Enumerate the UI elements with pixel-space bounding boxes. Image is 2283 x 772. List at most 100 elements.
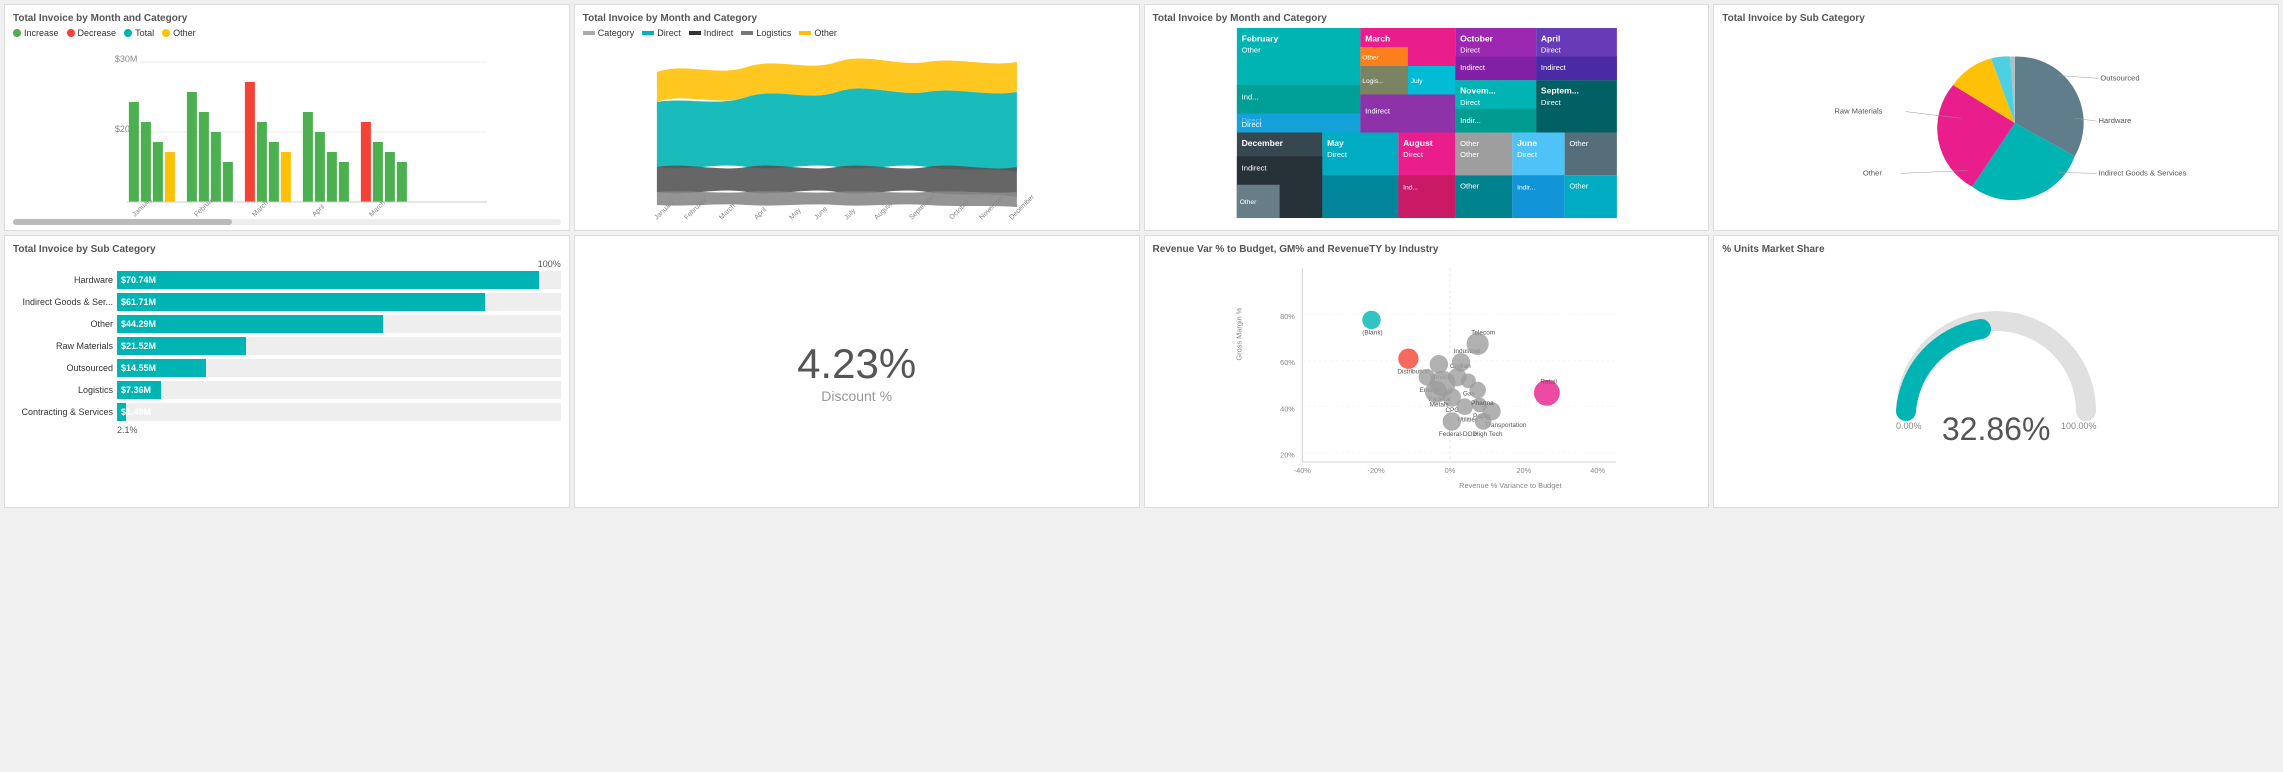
scatter-svg: 20% 40% 60% 80% -40% -20% 0% 20% 40% — [1153, 259, 1701, 499]
svg-text:40%: 40% — [1590, 466, 1605, 475]
svg-text:0.00%: 0.00% — [1896, 421, 1922, 431]
bar-label: Contracting & Services — [13, 407, 113, 417]
logistics-rect — [741, 31, 753, 35]
svg-text:Logis...: Logis... — [1362, 78, 1384, 85]
other-label: Other — [173, 28, 196, 38]
svg-text:Hardware: Hardware — [2099, 116, 2132, 125]
svg-text:-20%: -20% — [1367, 466, 1385, 475]
dashboard: Total Invoice by Month and Category Incr… — [0, 0, 2283, 512]
increase-dot — [13, 29, 21, 37]
indirect-rect — [689, 31, 701, 35]
bar-track: $1.49M — [117, 403, 561, 421]
increase-label: Increase — [24, 28, 59, 38]
bar-value: $61.71M — [121, 297, 156, 307]
category-label: Category — [598, 28, 635, 38]
bar-row: Raw Materials $21.52M — [13, 337, 561, 355]
svg-text:Novem...: Novem... — [1460, 86, 1496, 96]
svg-text:February: February — [1241, 33, 1278, 43]
bar-value: $21.52M — [121, 341, 156, 351]
svg-text:Indirect Goods & Services: Indirect Goods & Services — [2099, 168, 2187, 177]
svg-text:(Blank): (Blank) — [1362, 330, 1382, 337]
discount-card: 4.23% Discount % — [574, 235, 1140, 508]
svg-text:Direct: Direct — [1540, 98, 1561, 107]
bar-fill: $70.74M — [117, 271, 539, 289]
stream-area: January February March April May June Ju… — [583, 42, 1131, 222]
legend-category: Category — [583, 28, 635, 38]
svg-text:August: August — [1403, 138, 1433, 148]
bar-chart-area: $30M $20M — [13, 42, 561, 222]
bar-fill: $21.52M — [117, 337, 246, 355]
svg-text:Other: Other — [1863, 168, 1882, 177]
horiz-bars-container: Hardware $70.74M Indirect Goods & Ser... $6… — [13, 271, 561, 421]
svg-text:Indir...: Indir... — [1460, 116, 1481, 125]
svg-text:Revenue % Variance to Budget: Revenue % Variance to Budget — [1459, 481, 1561, 490]
pie-title: Total Invoice by Sub Category — [1722, 13, 2270, 24]
svg-text:High Tech: High Tech — [1473, 431, 1502, 438]
svg-text:Other: Other — [1569, 182, 1588, 191]
scrollbar-thumb[interactable] — [13, 219, 232, 225]
svg-text:60%: 60% — [1280, 358, 1295, 367]
svg-text:June: June — [813, 206, 829, 222]
svg-text:March: March — [1365, 33, 1390, 43]
scatter-card: Revenue Var % to Budget, GM% and Revenue… — [1144, 235, 1710, 508]
svg-text:April: April — [311, 203, 326, 218]
bar-label: Indirect Goods & Ser... — [13, 297, 113, 307]
svg-text:March: March — [718, 203, 737, 222]
svg-text:20%: 20% — [1280, 450, 1295, 459]
svg-text:Gross Margin %: Gross Margin % — [1234, 307, 1243, 360]
horiz-bar-title: Total Invoice by Sub Category — [13, 244, 561, 255]
svg-text:Indir...: Indir... — [1517, 185, 1535, 192]
legend-total: Total — [124, 28, 154, 38]
svg-text:October: October — [1460, 33, 1493, 43]
svg-text:Direct: Direct — [1460, 98, 1481, 107]
discount-label: Discount % — [821, 388, 892, 404]
svg-text:Metals: Metals — [1429, 402, 1448, 409]
bar-value: $1.49M — [121, 407, 151, 417]
bar-chart-svg: $30M $20M — [13, 42, 561, 222]
svg-text:Direct: Direct — [1241, 120, 1262, 129]
bar-label: Raw Materials — [13, 341, 113, 351]
bar-label: Other — [13, 319, 113, 329]
scrollbar[interactable] — [13, 219, 561, 225]
bottom-label: 2.1% — [13, 425, 561, 435]
pie-area: Outsourced Hardware Indirect Goods & Ser… — [1722, 28, 2270, 218]
total-dot — [124, 29, 132, 37]
treemap-svg: February Other Direct Direct Ind... Marc… — [1153, 28, 1701, 218]
stream-chart-title: Total Invoice by Month and Category — [583, 13, 1131, 24]
total-label: Total — [135, 28, 154, 38]
svg-text:Direct: Direct — [1460, 46, 1481, 55]
bar-chart-card: Total Invoice by Month and Category Incr… — [4, 4, 570, 231]
bar-track: $44.29M — [117, 315, 561, 333]
legend-decrease: Decrease — [67, 28, 117, 38]
bar-value: $44.29M — [121, 319, 156, 329]
svg-text:Other: Other — [1460, 150, 1479, 159]
svg-text:Other: Other — [1460, 182, 1479, 191]
bar-label: Logistics — [13, 385, 113, 395]
gauge-card: % Units Market Share 0.00% 100.00% 32.86… — [1713, 235, 2279, 508]
legend-logistics: Logistics — [741, 28, 791, 38]
bar-fill: $14.55M — [117, 359, 206, 377]
stream-svg: January February March April May June Ju… — [583, 42, 1131, 222]
bar-label: Hardware — [13, 275, 113, 285]
svg-text:Federal-DOD: Federal-DOD — [1438, 431, 1477, 438]
bar-track: $21.52M — [117, 337, 561, 355]
treemap-card: Total Invoice by Month and Category Febr… — [1144, 4, 1710, 231]
legend-indirect: Indirect — [689, 28, 734, 38]
discount-value: 4.23% — [797, 340, 916, 388]
horiz-bar-card: Total Invoice by Sub Category 100% Hardw… — [4, 235, 570, 508]
gauge-area: 0.00% 100.00% 32.86% — [1722, 259, 2270, 479]
svg-text:Other: Other — [1241, 46, 1260, 55]
bar-row: Indirect Goods & Ser... $61.71M — [13, 293, 561, 311]
bar-track: $14.55M — [117, 359, 561, 377]
svg-text:Outsourced: Outsourced — [2101, 73, 2140, 82]
pie-svg: Outsourced Hardware Indirect Goods & Ser… — [1722, 28, 2270, 218]
legend-other: Other — [162, 28, 196, 38]
bar-chart-legend: Increase Decrease Total Other — [13, 28, 561, 38]
svg-text:Raw Materials: Raw Materials — [1835, 107, 1883, 116]
logistics-label: Logistics — [756, 28, 791, 38]
bar-row: Logistics$7.36M — [13, 381, 561, 399]
bar-track: $61.71M — [117, 293, 561, 311]
svg-text:80%: 80% — [1280, 312, 1295, 321]
stream-chart-card: Total Invoice by Month and Category Cate… — [574, 4, 1140, 231]
other2-rect — [799, 31, 811, 35]
